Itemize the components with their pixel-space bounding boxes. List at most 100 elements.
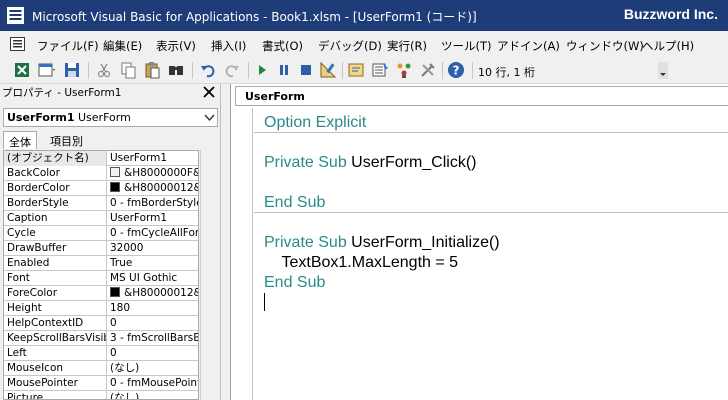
property-row[interactable]: BackColor &H8000000F& — [4, 166, 198, 181]
property-row[interactable]: DrawBuffer 32000 — [4, 241, 198, 256]
property-value[interactable]: &H80000012& — [108, 181, 199, 196]
menu-run[interactable]: 実行(R) — [387, 38, 427, 54]
procedure-selector[interactable]: UserForm — [235, 86, 728, 106]
property-row[interactable]: BorderStyle0 - fmBorderStyleNone — [4, 196, 198, 211]
property-value[interactable]: MS UI Gothic — [108, 271, 198, 286]
property-value[interactable]: UserForm1 — [108, 151, 198, 166]
property-name: Height — [4, 301, 107, 316]
property-row[interactable]: (オブジェクト名) UserForm1 — [4, 151, 198, 166]
property-row[interactable]: Height 180 — [4, 301, 198, 316]
color-swatch — [110, 167, 120, 177]
menu-format[interactable]: 書式(O) — [262, 38, 303, 54]
toolbar-separator — [342, 62, 343, 79]
object-browser-icon[interactable] — [394, 60, 414, 80]
color-swatch — [110, 287, 120, 297]
menu-insert[interactable]: 挿入(I) — [211, 38, 246, 54]
property-row[interactable]: Caption UserForm1 — [4, 211, 198, 226]
find-icon[interactable] — [166, 60, 186, 80]
redo-icon[interactable] — [222, 60, 242, 80]
menu-window[interactable]: ウィンドウ(W) — [566, 38, 644, 54]
code-keyword: Option Explicit — [264, 114, 367, 131]
menu-debug[interactable]: デバッグ(D) — [318, 38, 382, 54]
menu-addins[interactable]: アドイン(A) — [497, 38, 560, 54]
code-editor[interactable]: Option Explicit Private Sub UserForm_Clic… — [264, 113, 724, 313]
properties-window-icon[interactable] — [370, 60, 390, 80]
property-value-text: (なし) — [110, 362, 140, 374]
code-line: End Sub — [264, 273, 724, 293]
standard-toolbar: ? 10 行, 1 桁 — [0, 57, 728, 84]
property-row[interactable]: ForeColor &H80000012& — [4, 286, 198, 301]
toolbar-overflow-icon[interactable] — [658, 62, 668, 79]
menu-help[interactable]: ヘルプ(H) — [642, 38, 694, 54]
toolbox-icon[interactable] — [418, 60, 438, 80]
property-row[interactable]: Cycle0 - fmCycleAllForms — [4, 226, 198, 241]
menu-edit[interactable]: 編集(E) — [103, 38, 142, 54]
menu-file[interactable]: ファイル(F) — [37, 38, 99, 54]
property-row[interactable]: KeepScrollBarsVisible3 - fmScrollBarsBot… — [4, 331, 198, 346]
code-line: Private Sub UserForm_Click() — [264, 153, 724, 173]
insert-userform-icon[interactable] — [36, 60, 56, 80]
property-value[interactable]: 32000 — [108, 241, 198, 256]
property-value-text: &H80000012& — [124, 182, 199, 194]
property-value[interactable]: 3 - fmScrollBarsBoth — [108, 331, 198, 346]
property-grid-scrollbar[interactable] — [200, 150, 218, 400]
property-value-text: 0 - fmCycleAllForms — [110, 227, 199, 239]
property-value[interactable]: (なし) — [108, 361, 198, 376]
property-value[interactable]: 0 — [108, 316, 198, 331]
property-row[interactable]: Font MS UI Gothic — [4, 271, 198, 286]
property-value-text: 0 — [110, 347, 117, 359]
property-row[interactable]: MouseIcon (なし) — [4, 361, 198, 376]
paste-icon[interactable] — [142, 60, 162, 80]
document-menu-icon[interactable] — [10, 37, 25, 51]
help-icon[interactable]: ? — [446, 60, 466, 80]
design-mode-icon[interactable] — [318, 60, 338, 80]
cut-icon[interactable] — [94, 60, 114, 80]
close-icon[interactable] — [201, 84, 217, 100]
run-icon[interactable] — [252, 60, 272, 80]
property-value[interactable]: UserForm1 — [108, 211, 198, 226]
pause-icon[interactable] — [274, 60, 294, 80]
property-row[interactable]: Picture (なし) — [4, 391, 198, 399]
property-value[interactable]: (なし) — [108, 391, 198, 399]
property-value-text: True — [110, 257, 133, 269]
property-row[interactable]: BorderColor &H80000012& — [4, 181, 198, 196]
property-value[interactable]: &H8000000F& — [108, 166, 198, 181]
property-row[interactable]: HelpContextID 0 — [4, 316, 198, 331]
property-value-text: 0 - fmBorderStyleNone — [110, 197, 198, 209]
toolbar-separator — [472, 62, 473, 79]
property-value[interactable]: True — [108, 256, 198, 271]
property-value[interactable]: 0 — [108, 346, 198, 361]
menu-tools[interactable]: ツール(T) — [441, 38, 492, 54]
save-icon[interactable] — [62, 60, 82, 80]
procedure-name: UserForm — [245, 90, 305, 103]
property-row[interactable]: Left 0 — [4, 346, 198, 361]
property-name: BorderColor — [4, 181, 107, 196]
copy-icon[interactable] — [118, 60, 138, 80]
code-margin — [231, 108, 253, 400]
object-name: UserForm1 — [7, 111, 75, 124]
property-row[interactable]: Enabled True — [4, 256, 198, 271]
tab-alphabetic[interactable]: 全体 — [3, 131, 37, 149]
undo-icon[interactable] — [198, 60, 218, 80]
chevron-down-icon[interactable] — [204, 112, 215, 123]
property-value[interactable]: 0 - fmMousePointerDefault — [108, 376, 198, 391]
tab-categorized[interactable]: 項目別 — [45, 131, 88, 149]
reset-icon[interactable] — [296, 60, 316, 80]
text-caret — [264, 293, 265, 311]
excel-view-icon[interactable] — [12, 60, 32, 80]
title-bar: Microsoft Visual Basic for Applications … — [0, 0, 728, 31]
object-selector[interactable]: UserForm1 UserForm — [3, 108, 218, 127]
toolbar-separator — [442, 62, 443, 79]
object-type: UserForm — [78, 111, 131, 124]
menu-view[interactable]: 表示(V) — [156, 38, 196, 54]
property-row[interactable]: MousePointer0 - fmMousePointerDefault — [4, 376, 198, 391]
project-explorer-icon[interactable] — [346, 60, 366, 80]
property-value[interactable]: 0 - fmBorderStyleNone — [108, 196, 198, 211]
property-value[interactable]: 0 - fmCycleAllForms — [108, 226, 199, 241]
properties-panel: プロパティ - UserForm1 UserForm1 UserForm 全体 … — [0, 84, 221, 400]
menu-bar: ファイル(F) 編集(E) 表示(V) 挿入(I) 書式(O) デバッグ(D) … — [0, 31, 728, 57]
property-value[interactable]: 180 — [108, 301, 198, 316]
property-value[interactable]: &H80000012& — [108, 286, 198, 301]
